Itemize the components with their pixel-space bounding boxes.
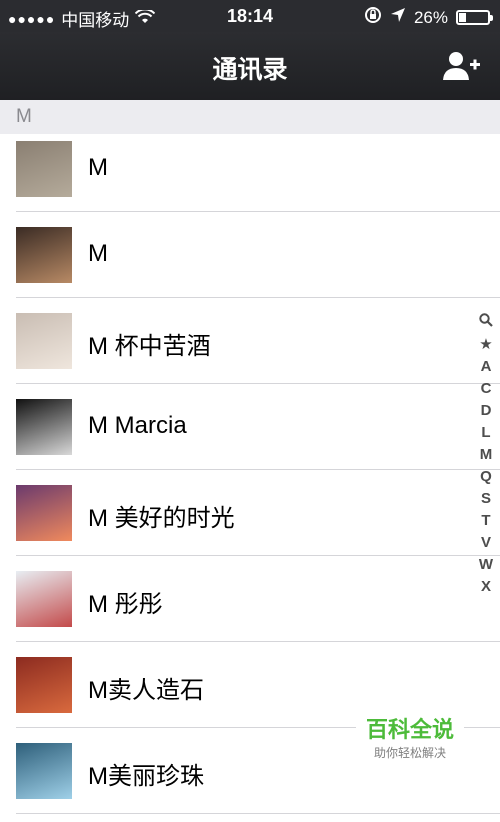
section-header: M	[0, 100, 500, 134]
row-divider	[16, 555, 500, 556]
index-letter[interactable]: S	[474, 488, 498, 510]
index-letter[interactable]: Q	[474, 466, 498, 488]
contact-avatar	[16, 743, 72, 799]
index-letter[interactable]: V	[474, 532, 498, 554]
contact-name: M 杯中苦酒	[88, 333, 211, 360]
row-divider	[16, 297, 500, 298]
index-letter[interactable]: C	[474, 378, 498, 400]
index-letter[interactable]: M	[474, 444, 498, 466]
contact-name: M 彤彤	[88, 591, 163, 618]
contact-row[interactable]: M 美好的时光	[0, 478, 500, 564]
contact-name: M美丽珍珠	[88, 763, 204, 790]
row-divider	[16, 211, 500, 212]
index-letter[interactable]: ★	[474, 334, 498, 356]
nav-bar: 通讯录	[0, 32, 500, 100]
index-letter[interactable]: W	[474, 554, 498, 576]
contact-avatar	[16, 485, 72, 541]
contact-row[interactable]: M	[0, 134, 500, 220]
watermark-sub: 助你轻松解决	[373, 746, 446, 760]
contact-avatar	[16, 227, 72, 283]
watermark: 百科全说 助你轻松解决	[356, 712, 464, 761]
contact-name: M卖人造石	[88, 677, 204, 704]
row-divider	[16, 383, 500, 384]
contact-name: M 美好的时光	[88, 505, 235, 532]
contact-avatar	[16, 313, 72, 369]
page-title: 通讯录	[212, 56, 288, 84]
contact-name: M	[88, 154, 108, 181]
contact-avatar	[16, 657, 72, 713]
contact-avatar	[16, 571, 72, 627]
index-search-icon[interactable]	[474, 312, 498, 334]
status-bar: ●●●●● 中国移动 18:14 26%	[0, 0, 500, 32]
watermark-main: 百科全说	[365, 717, 454, 742]
alphabet-index[interactable]: ★ A C D L M Q S T V W X	[474, 312, 498, 598]
index-letter[interactable]: T	[474, 510, 498, 532]
row-divider	[16, 641, 500, 642]
contact-avatar	[16, 399, 72, 455]
index-letter[interactable]: D	[474, 400, 498, 422]
index-letter[interactable]: L	[474, 422, 498, 444]
battery-percent: 26%	[413, 7, 448, 27]
contact-avatar	[16, 141, 72, 197]
contact-row[interactable]: M Marcia	[0, 392, 500, 478]
contact-row[interactable]: M 彤彤	[0, 564, 500, 650]
contact-name: M Marcia	[88, 412, 187, 439]
add-contact-button[interactable]	[442, 50, 482, 82]
index-letter[interactable]: X	[474, 576, 498, 598]
location-icon	[390, 7, 406, 28]
rotation-lock-icon	[364, 6, 382, 29]
row-divider	[16, 469, 500, 470]
contact-name: M	[88, 240, 108, 267]
contact-row[interactable]: M	[0, 220, 500, 306]
add-contact-icon	[443, 52, 480, 80]
row-divider	[16, 813, 500, 814]
contact-row[interactable]: M 杯中苦酒	[0, 306, 500, 392]
battery-icon	[456, 10, 493, 25]
index-letter[interactable]: A	[474, 356, 498, 378]
